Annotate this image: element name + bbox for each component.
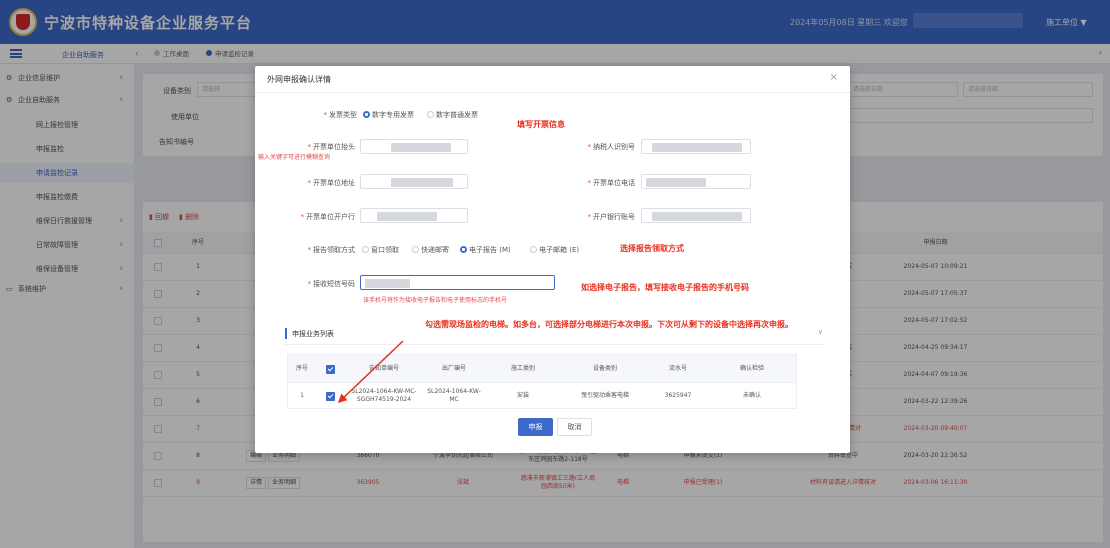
col-work-type: 施工类别 xyxy=(510,365,535,372)
address-input[interactable] xyxy=(360,174,468,189)
bank-label: * 开票单位开户行 xyxy=(300,213,356,221)
address-label: * 开票单位地址 xyxy=(307,179,356,187)
section-accent-bar xyxy=(285,328,287,339)
col-factory-no: 出厂编号 xyxy=(441,365,466,372)
row-checkbox[interactable] xyxy=(325,391,335,401)
row-device-type: 曳引驱动乘客电梯 xyxy=(580,392,629,399)
invoice-title-hint: 输入关键字可进行模糊查询 xyxy=(258,154,331,161)
radio-electronic-report[interactable]: 电子报告 (M) xyxy=(460,245,511,255)
annotation-sms: 如选择电子报告，填写接收电子报告的手机号码 xyxy=(581,283,749,292)
annotation-invoice: 填写开票信息 xyxy=(517,120,565,129)
phone-input[interactable] xyxy=(641,174,751,189)
col-confirm: 确认检验 xyxy=(739,365,764,372)
masked-value xyxy=(377,212,437,221)
col-device-type: 设备类别 xyxy=(592,365,617,372)
radio-digital-normal-invoice[interactable]: 数字普通发票 xyxy=(427,110,478,120)
radio-checked-icon xyxy=(460,246,467,253)
radio-icon xyxy=(412,246,419,253)
business-list-header: 序号 告知单编号 出厂编号 施工类别 设备类别 流水号 确认检验 xyxy=(288,355,796,383)
row-confirm: 未确认 xyxy=(742,392,761,399)
masked-value xyxy=(646,178,706,187)
annotation-report: 选择报告领取方式 xyxy=(620,244,684,253)
account-input[interactable] xyxy=(641,208,751,223)
phone-label: * 开票单位电话 xyxy=(587,179,636,187)
business-list-section[interactable]: 申报业务列表 ∨ xyxy=(285,325,825,345)
cancel-button[interactable]: 取消 xyxy=(557,418,592,436)
taxpayer-id-input[interactable] xyxy=(641,139,751,154)
row-work-type: 安装 xyxy=(516,392,529,399)
taxpayer-id-label: * 纳税人识别号 xyxy=(587,143,636,151)
masked-value xyxy=(652,212,742,221)
row-serial: 3625947 xyxy=(664,392,692,399)
masked-value xyxy=(365,279,410,288)
radio-icon xyxy=(530,246,537,253)
radio-window-pickup[interactable]: 窗口领取 xyxy=(362,245,399,255)
sms-label: * 接收短信号码 xyxy=(307,280,356,288)
account-label: * 开户银行账号 xyxy=(587,213,636,221)
confirm-dialog: 外网申报确认详情 × * 发票类型 数字专用发票 数字普通发票 填写开票信息 * 开… xyxy=(255,66,850,453)
invoice-title-label: * 开票单位抬头 xyxy=(307,143,356,151)
submit-button[interactable]: 申报 xyxy=(518,418,553,436)
invoice-type-label: * 发票类型 xyxy=(323,111,358,119)
col-seq: 序号 xyxy=(295,365,308,372)
masked-value xyxy=(391,143,451,152)
sms-hint: 该手机号将作为接收电子报告和电子使用标志的手机号 xyxy=(363,297,508,304)
radio-express[interactable]: 快递邮寄 xyxy=(412,245,449,255)
invoice-title-input[interactable] xyxy=(360,139,468,154)
col-serial: 流水号 xyxy=(668,365,687,372)
business-list-table: 序号 告知单编号 出厂编号 施工类别 设备类别 流水号 确认检验 1 SL202… xyxy=(287,354,797,409)
section-title: 申报业务列表 xyxy=(292,330,334,338)
radio-email[interactable]: 电子邮箱 (E) xyxy=(530,245,579,255)
chevron-down-icon[interactable]: ∨ xyxy=(818,328,823,336)
row-notice-no: SL2024-1064-KW-MC-SGGH74519-2024 xyxy=(351,388,417,403)
bank-input[interactable] xyxy=(360,208,468,223)
dialog-title: 外网申报确认详情 xyxy=(267,75,331,84)
report-method-label: * 报告领取方式 xyxy=(307,246,356,254)
masked-value xyxy=(391,178,453,187)
row-factory-no: SL2024-1064-KW-MC xyxy=(427,388,481,403)
radio-checked-icon xyxy=(363,111,370,118)
sms-phone-input[interactable] xyxy=(360,275,555,290)
radio-digital-special-invoice[interactable]: 数字专用发票 xyxy=(363,110,414,120)
select-all-checkbox[interactable] xyxy=(325,364,335,374)
col-notice-no: 告知单编号 xyxy=(368,365,399,372)
radio-icon xyxy=(362,246,369,253)
masked-value xyxy=(652,143,742,152)
dialog-divider xyxy=(255,92,850,93)
row-seq: 1 xyxy=(300,392,304,399)
radio-icon xyxy=(427,111,434,118)
close-icon[interactable]: × xyxy=(830,72,838,83)
